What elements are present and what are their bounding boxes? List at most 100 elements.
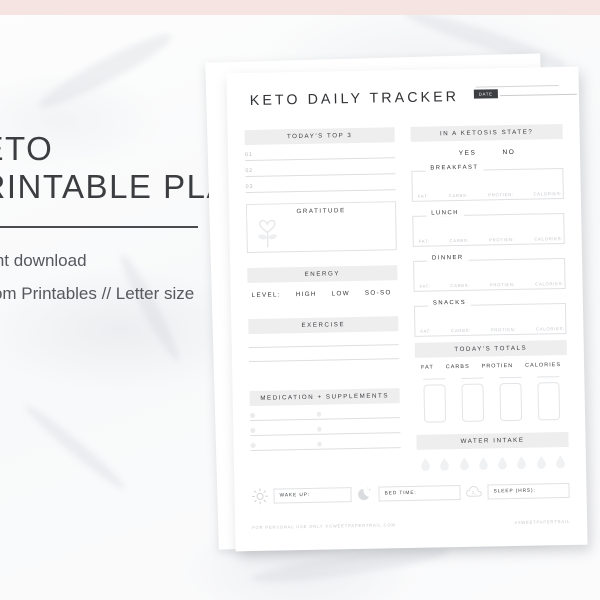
totals-cell-protein[interactable] (499, 377, 523, 422)
meal-breakfast[interactable]: BREAKFAST FAT: CARBS: PROTIEN: CALORIES: (411, 163, 564, 202)
promo-subtitle-line2: Custom Printables // Letter size (0, 283, 195, 303)
meal-label: BREAKFAST (425, 164, 484, 172)
macro-carbs-label: CARBS: (449, 237, 470, 244)
sleep-row: WAKE UP: BED TIME: Z z SLEEP (HRS): (251, 482, 570, 505)
totals-input[interactable] (423, 384, 447, 424)
exercise-write-line[interactable] (248, 344, 399, 349)
date-field[interactable]: DATE (473, 88, 577, 99)
date-label: DATE (473, 89, 498, 99)
water-droplet-icon[interactable] (536, 456, 547, 470)
water-droplet-icon[interactable] (516, 456, 527, 470)
totals-cell-fat[interactable] (423, 378, 447, 424)
macro-fat-label: FAT: (417, 193, 429, 199)
top3-list: 01 02 03 (244, 142, 396, 194)
macro-protein-label: PROTIEN: (490, 326, 517, 333)
macro-carbs-label: CARBS: (448, 192, 469, 199)
energy-option-soso[interactable]: SO-SO (365, 290, 392, 298)
meal-label: SNACKS (427, 299, 472, 307)
ketosis-section: IN A KETOSIS STATE? YES NO (410, 123, 564, 158)
date-field-top-rule (475, 85, 559, 88)
totals-input[interactable] (461, 383, 485, 423)
top-pink-band (0, 0, 600, 15)
checkbox-dot[interactable] (316, 411, 322, 417)
energy-level-row: LEVEL: HIGH LOW SO-SO (247, 281, 397, 300)
totals-header-protein: PROTIEN (481, 363, 514, 370)
water-droplet-icon[interactable] (555, 455, 566, 469)
footer-hashtag: #SWEETPAPERTRAIL (514, 518, 571, 525)
water-droplet-icon[interactable] (439, 458, 450, 472)
totals-column-headers: FAT CARBS PROTIEN CALORIES (415, 355, 567, 371)
gratitude-heading: GRATITUDE (246, 202, 396, 221)
meal-dinner[interactable]: DINNER FAT: CARBS: PROTIEN: CALORIES: (413, 253, 566, 292)
macro-fat-label: FAT: (420, 328, 432, 334)
totals-input[interactable] (499, 383, 523, 422)
water-droplet-icon[interactable] (420, 458, 431, 472)
top3-number: 01 (244, 151, 253, 158)
checkbox-dot[interactable] (250, 428, 255, 433)
medication-section: MEDICATION + SUPPLEMENTS (249, 388, 401, 452)
totals-input-boxes (415, 376, 568, 424)
page-title: KETO DAILY TRACKER (249, 88, 460, 109)
meal-lunch[interactable]: LUNCH FAT: CARBS: PROTIEN: CALORIES: (412, 208, 565, 247)
svg-text:z: z (474, 492, 476, 496)
meal-snacks[interactable]: SNACKS FAT: CARBS: PROTIEN: CALORIES: (413, 298, 567, 337)
macro-carbs-label: CARBS: (451, 327, 472, 334)
totals-header-carbs: CARBS (445, 364, 470, 371)
exercise-write-line[interactable] (248, 358, 399, 363)
list-item[interactable] (250, 433, 401, 452)
totals-input[interactable] (537, 382, 561, 421)
marble-vein (33, 26, 177, 116)
macro-carbs-label: CARBS: (450, 282, 471, 289)
todays-totals-section: TODAY'S TOTALS FAT CARBS PROTIEN CALORIE… (414, 339, 569, 424)
totals-cell-rule (537, 376, 560, 378)
checkbox-dot[interactable] (250, 443, 256, 448)
macro-calories-label: CALORIES: (533, 191, 563, 197)
footer-copyright: FOR PERSONAL USE ONLY ©SWEETPAPERTRAIL.C… (252, 522, 396, 531)
macro-protein-label: PROTIEN: (489, 281, 516, 288)
checkbox-dot[interactable] (317, 441, 322, 447)
promo-subtitle-line1: Instant download (0, 250, 87, 270)
exercise-heading: EXERCISE (248, 316, 399, 335)
macro-protein-label: PROTIEN: (489, 236, 515, 243)
meal-label: DINNER (426, 254, 469, 262)
totals-cell-rule (499, 377, 522, 379)
exercise-section: EXERCISE (248, 316, 399, 363)
heart-flower-icon (258, 219, 278, 248)
gratitude-section: GRATITUDE (245, 201, 397, 254)
water-droplet-icon[interactable] (478, 457, 489, 471)
sleep-hours-field[interactable]: SLEEP (HRS): (487, 482, 570, 500)
top3-number: 02 (245, 167, 253, 174)
list-item[interactable]: 03 (245, 174, 396, 194)
macro-fat-label: FAT: (419, 283, 431, 289)
water-droplet-icon[interactable] (497, 456, 508, 470)
totals-cell-carbs[interactable] (461, 377, 485, 423)
wake-up-field[interactable]: WAKE UP: (273, 487, 352, 504)
checkbox-dot[interactable] (316, 426, 322, 432)
energy-section: ENERGY LEVEL: HIGH LOW SO-SO (247, 265, 398, 299)
macro-fat-label: FAT: (418, 238, 430, 244)
promo-title-line1: KETO (0, 130, 54, 167)
date-input-line[interactable] (499, 93, 577, 97)
promo-title-line2: PRINTABLE PLANNER (0, 168, 328, 206)
moon-icon (358, 487, 371, 501)
promo-divider (0, 225, 198, 228)
product-listing-image: KETO PRINTABLE PLANNER Instant download … (0, 0, 600, 600)
water-droplet-icon[interactable] (458, 457, 469, 471)
totals-cell-rule (461, 377, 484, 380)
sun-icon (252, 488, 269, 505)
top3-number: 03 (245, 183, 254, 190)
today-top3-section: TODAY'S TOP 3 01 02 03 (244, 127, 396, 194)
bed-time-field[interactable]: BED TIME: (378, 485, 461, 502)
meals-section: BREAKFAST FAT: CARBS: PROTIEN: CALORIES:… (411, 154, 567, 337)
promo-panel: KETO PRINTABLE PLANNER Instant download … (0, 130, 328, 310)
gratitude-box[interactable]: GRATITUDE (245, 201, 397, 254)
sleep-cloud-icon: Z z (466, 486, 482, 497)
sleep-hours-label: SLEEP (HRS): (493, 488, 536, 495)
totals-header-fat: FAT (421, 364, 434, 372)
energy-option-low[interactable]: LOW (332, 290, 350, 297)
page-footer: FOR PERSONAL USE ONLY ©SWEETPAPERTRAIL.C… (252, 519, 570, 530)
checkbox-dot[interactable] (249, 413, 255, 418)
water-intake-section: WATER INTAKE (416, 431, 569, 472)
totals-cell-calories[interactable] (537, 376, 561, 421)
energy-option-high[interactable]: HIGH (296, 291, 317, 298)
